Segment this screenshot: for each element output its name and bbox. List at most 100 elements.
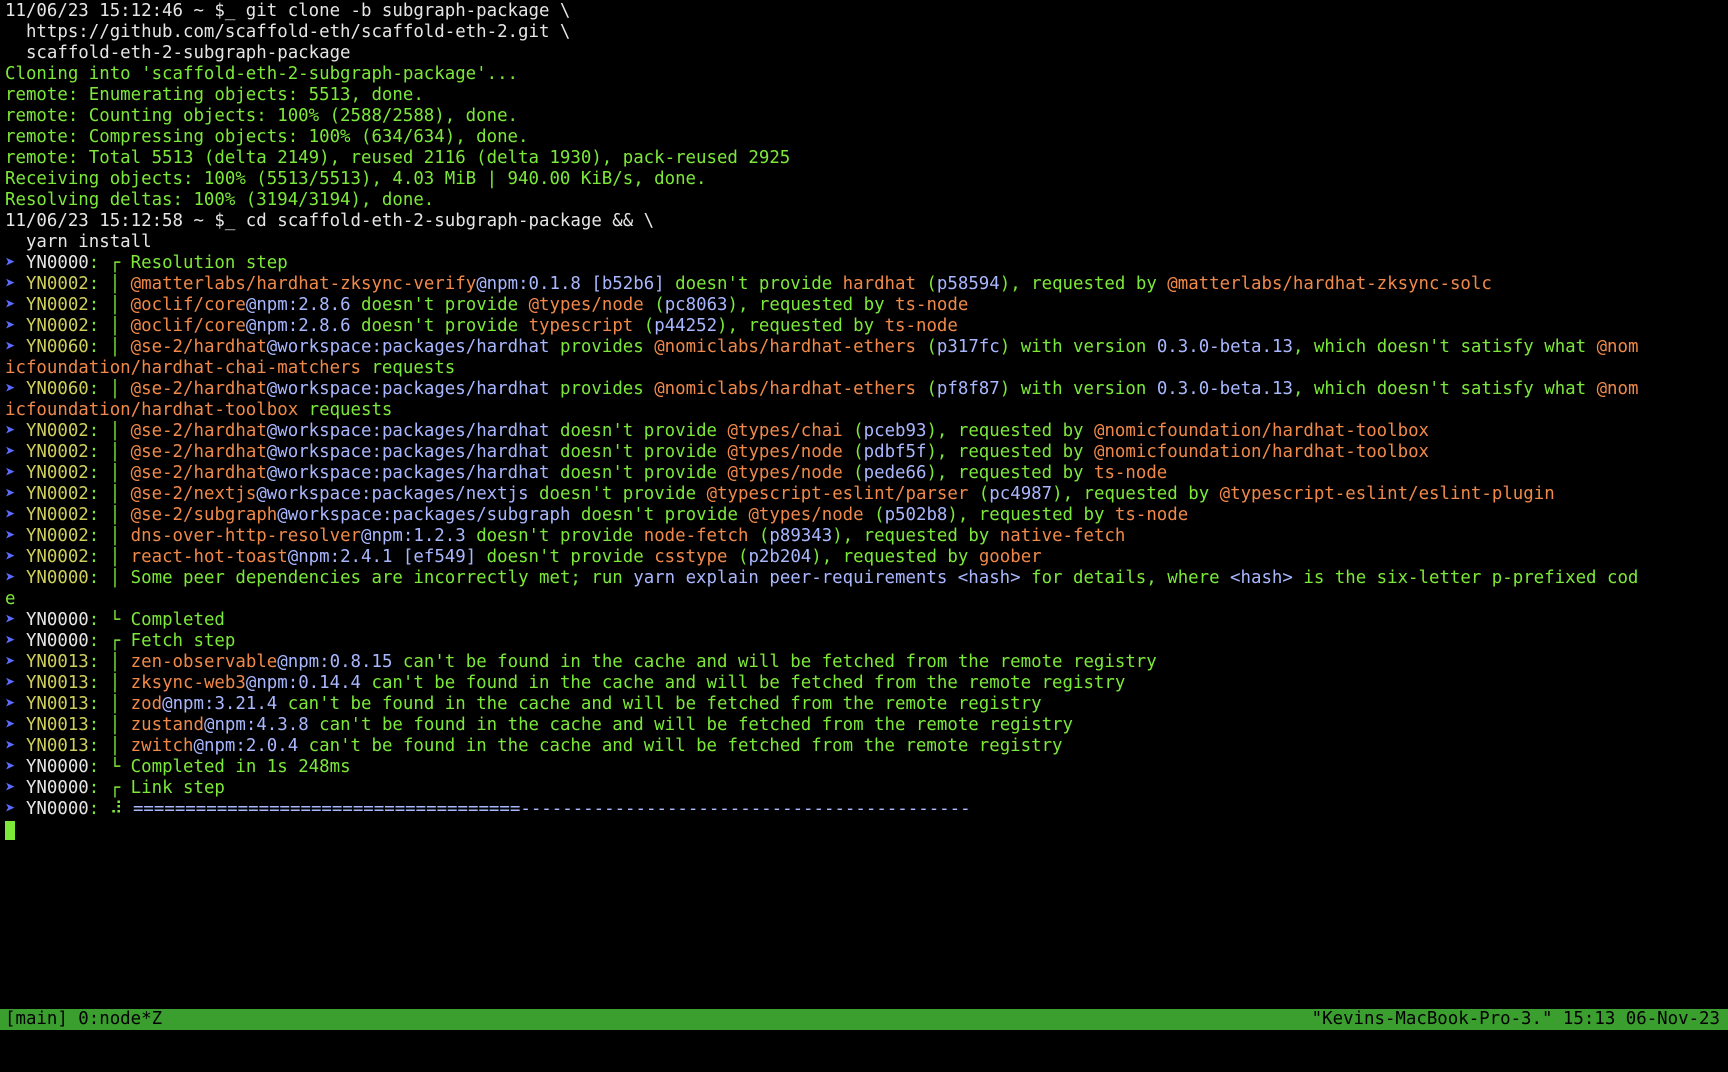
terminal-text-segment: ➤ bbox=[5, 295, 26, 315]
terminal-text-segment: core bbox=[203, 316, 246, 336]
terminal-text-segment: : bbox=[88, 799, 110, 819]
terminal-text-segment: YN0000 bbox=[25, 799, 89, 819]
terminal-text-segment: : │ bbox=[88, 295, 131, 315]
terminal-text-segment: dns-over-http-resolver bbox=[130, 526, 362, 546]
terminal-text-segment: ➤ bbox=[5, 316, 26, 336]
terminal-text-segment: ( bbox=[633, 316, 655, 336]
terminal-text-segment: ➤ bbox=[5, 547, 26, 567]
terminal-text-segment: ( bbox=[842, 463, 864, 483]
terminal-text-segment: @npm:0.1.8 [b52b6] bbox=[476, 274, 665, 294]
terminal-text-segment: pede66 bbox=[863, 463, 927, 483]
terminal-text-segment: @workspace:packages/hardhat bbox=[266, 379, 550, 399]
terminal-text-segment: ( bbox=[748, 526, 770, 546]
terminal-text-segment: ➤ bbox=[5, 757, 26, 777]
terminal-text-segment: requests bbox=[360, 358, 456, 378]
terminal-text-segment: ), requested by bbox=[999, 274, 1168, 294]
terminal-line: Resolving deltas: 100% (3194/3194), done… bbox=[5, 190, 1725, 211]
terminal-line: remote: Compressing objects: 100% (634/6… bbox=[5, 127, 1725, 148]
terminal-text-segment: YN0002 bbox=[25, 463, 89, 483]
terminal-line: ➤ YN0060: │ @se-2/hardhat@workspace:pack… bbox=[5, 337, 1725, 358]
terminal-text-segment: remote: Counting objects: 100% (2588/258… bbox=[5, 106, 519, 126]
terminal-text-segment: : │ bbox=[88, 526, 131, 546]
terminal-text-segment: icfoundation/hardhat-toolbox bbox=[5, 400, 299, 420]
terminal-text-segment: is the six-letter p-prefixed cod bbox=[1292, 568, 1639, 588]
terminal-text-segment: @workspace:packages/nextjs bbox=[256, 484, 529, 504]
terminal-text-segment: zod bbox=[130, 694, 163, 714]
terminal-text-segment: ┌ Resolution step bbox=[109, 253, 288, 273]
terminal-line: ➤ YN0002: │ @se-2/hardhat@workspace:pack… bbox=[5, 421, 1725, 442]
terminal-text-segment: ( bbox=[727, 547, 749, 567]
terminal-text-segment: : │ bbox=[88, 484, 131, 504]
terminal-line: scaffold-eth-2-subgraph-package bbox=[5, 43, 1725, 64]
terminal-text-segment: icfoundation/hardhat-chai-matchers bbox=[5, 358, 361, 378]
terminal-text-segment: 11/06/23 15:12:46 ~ $_ git clone -b subg… bbox=[5, 1, 571, 21]
terminal-text-segment: ts-node bbox=[895, 295, 969, 315]
terminal-text-segment: YN0000 bbox=[25, 757, 89, 777]
terminal-text-segment: : │ bbox=[88, 316, 131, 336]
terminal-text-segment: @npm:2.0.4 bbox=[193, 736, 299, 756]
terminal-text-segment: doesn't provide bbox=[570, 505, 749, 525]
terminal-line: ➤ YN0000: ⠼ ============================… bbox=[5, 799, 1725, 820]
terminal-text-segment: : │ bbox=[88, 421, 131, 441]
tmux-session-window[interactable]: [main] 0:node*Z bbox=[5, 1009, 162, 1030]
terminal-text-segment: can't be found in the cache and will be … bbox=[277, 694, 1042, 714]
terminal-text-segment: @typescript-eslint/parser bbox=[706, 484, 969, 504]
terminal-text-segment: Cloning into 'scaffold-eth-2-subgraph-pa… bbox=[5, 64, 519, 84]
terminal-line: 11/06/23 15:12:46 ~ $_ git clone -b subg… bbox=[5, 1, 1725, 22]
terminal-text-segment: @matterlabs/ bbox=[130, 274, 257, 294]
terminal-text-segment: ), requested by bbox=[947, 505, 1115, 525]
terminal-text-segment: ), requested by bbox=[717, 316, 885, 336]
terminal-text-segment: ➤ bbox=[5, 610, 26, 630]
terminal-text-segment: p44252 bbox=[654, 316, 718, 336]
terminal-text-segment: ), requested by bbox=[727, 295, 896, 315]
terminal-text-segment: remote: Enumerating objects: 5513, done. bbox=[5, 85, 424, 105]
terminal-text-segment: YN0000 bbox=[25, 610, 89, 630]
terminal-text-segment: ➤ bbox=[5, 337, 26, 357]
terminal-text-segment: core bbox=[203, 295, 246, 315]
terminal-line: ➤ YN0002: │ @se-2/hardhat@workspace:pack… bbox=[5, 442, 1725, 463]
terminal-line: ➤ YN0013: │ zwitch@npm:2.0.4 can't be fo… bbox=[5, 736, 1725, 757]
terminal-text-segment: , which doesn't satisfy what bbox=[1292, 337, 1597, 357]
terminal-text-segment: ➤ bbox=[5, 484, 26, 504]
terminal-text-segment: ➤ bbox=[5, 505, 26, 525]
terminal-text-segment: ➤ bbox=[5, 568, 26, 588]
terminal-text-segment: ┌ Fetch step bbox=[109, 631, 236, 651]
terminal-text-segment: doesn't provide bbox=[528, 484, 707, 504]
terminal-text-segment: 0.3.0-beta.13 bbox=[1156, 379, 1293, 399]
terminal-text-segment: @nomicfoundation/hardhat-toolbox bbox=[1093, 442, 1430, 462]
terminal-text-segment: Resolving deltas: 100% (3194/3194), done… bbox=[5, 190, 435, 210]
terminal-text-segment: : │ bbox=[88, 715, 131, 735]
terminal-text-segment: YN0000 bbox=[25, 778, 89, 798]
tmux-status-bar: [main] 0:node*Z "Kevins-MacBook-Pro-3." … bbox=[0, 1009, 1728, 1030]
prompt-line[interactable] bbox=[5, 820, 1725, 841]
terminal-text-segment: yarn install bbox=[5, 232, 152, 252]
terminal-line: ➤ YN0013: │ zod@npm:3.21.4 can't be foun… bbox=[5, 694, 1725, 715]
terminal-text-segment: YN0013 bbox=[25, 673, 89, 693]
terminal-text-segment: hardhat bbox=[193, 379, 267, 399]
terminal-text-segment: @oclif/ bbox=[130, 295, 204, 315]
terminal-text-segment: ➤ bbox=[5, 799, 26, 819]
terminal-text-segment: pc4987 bbox=[989, 484, 1053, 504]
terminal-text-segment: e bbox=[5, 589, 16, 609]
terminal-text-segment: subgraph bbox=[193, 505, 278, 525]
terminal-text-segment: ( bbox=[643, 295, 665, 315]
terminal-text-segment: @npm:2.8.6 bbox=[245, 316, 351, 336]
terminal-text-segment: @se-2/ bbox=[130, 484, 194, 504]
terminal-text-segment: @npm:2.8.6 bbox=[245, 295, 351, 315]
terminal-output[interactable]: 11/06/23 15:12:46 ~ $_ git clone -b subg… bbox=[5, 1, 1725, 1006]
terminal-text-segment: @se-2/ bbox=[130, 379, 194, 399]
terminal-text-segment: YN0002 bbox=[25, 274, 89, 294]
terminal-text-segment: typescript bbox=[528, 316, 634, 336]
terminal-text-segment: 11/06/23 15:12:58 ~ $_ cd scaffold-eth-2… bbox=[5, 211, 655, 231]
terminal-text-segment: YN0000 bbox=[25, 631, 89, 651]
terminal-line: ➤ YN0002: │ @se-2/nextjs@workspace:packa… bbox=[5, 484, 1725, 505]
terminal-text-segment: <hash> bbox=[1230, 568, 1293, 588]
terminal-text-segment: hardhat bbox=[193, 337, 267, 357]
terminal-text-segment: ➤ bbox=[5, 379, 26, 399]
terminal-text-segment: p58594 bbox=[936, 274, 1000, 294]
terminal-text-segment: @types/node bbox=[528, 295, 644, 315]
terminal-line: Receiving objects: 100% (5513/5513), 4.0… bbox=[5, 169, 1725, 190]
terminal-text-segment: can't be found in the cache and will be … bbox=[298, 736, 1063, 756]
terminal-text-segment: ts-node bbox=[884, 316, 958, 336]
terminal-text-segment: native-fetch bbox=[999, 526, 1126, 546]
